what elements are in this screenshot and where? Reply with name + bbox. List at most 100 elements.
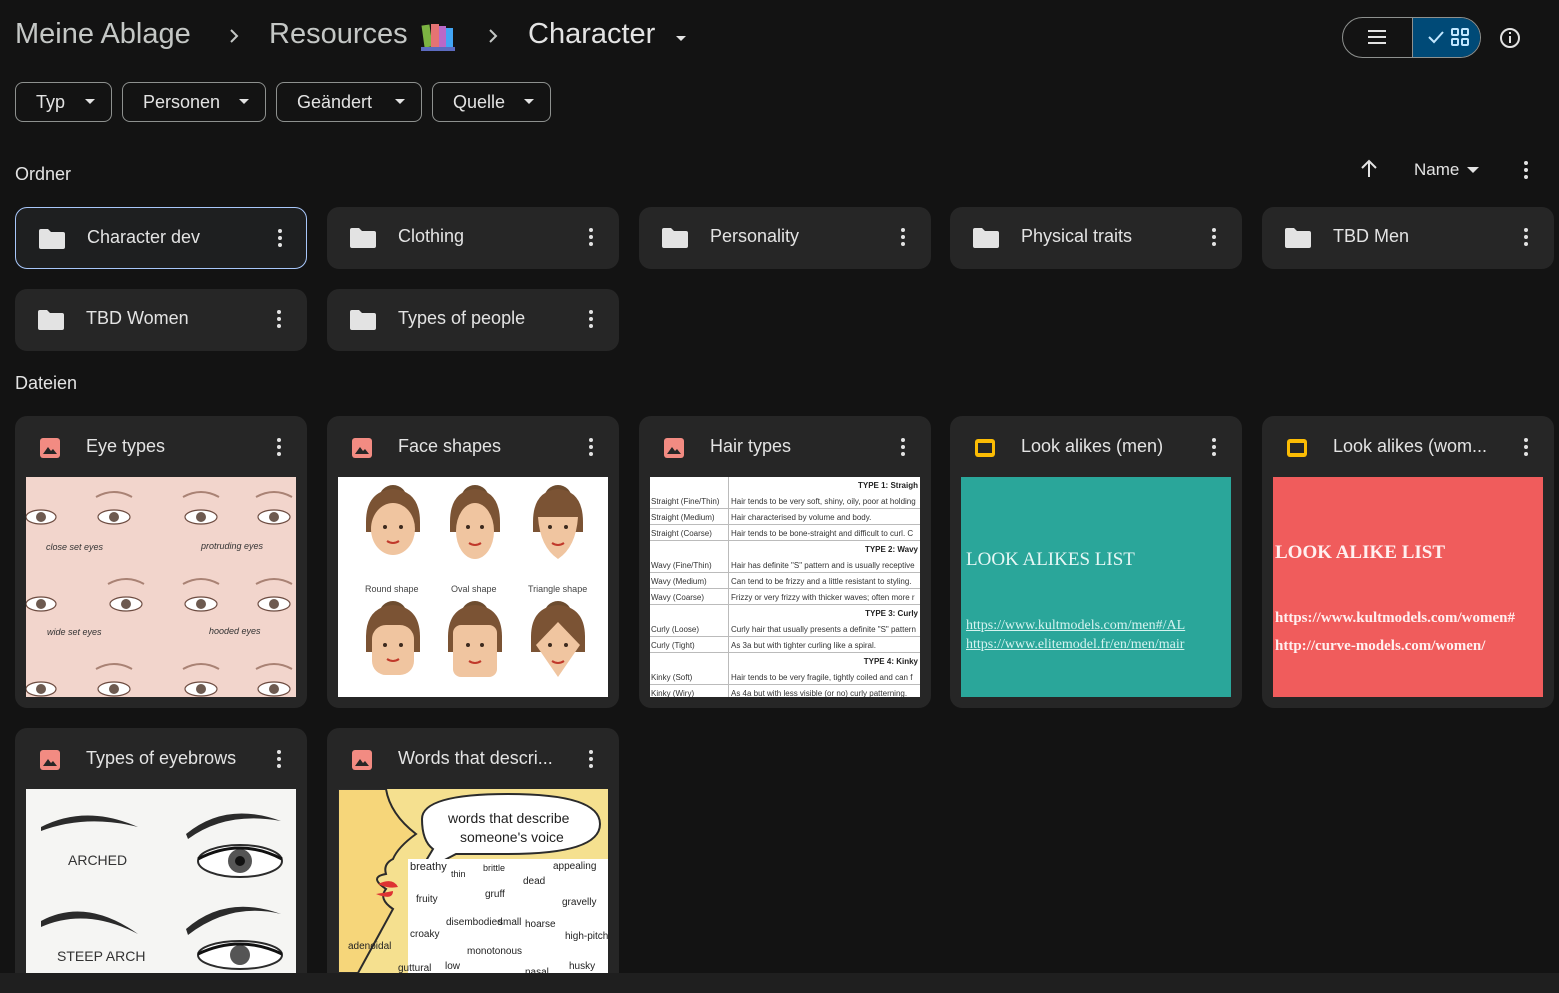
file-card-hair-types[interactable]: Hair types TYPE 1: Straigh Straight (Fin…: [639, 416, 931, 708]
thumb-label: Triangle shape: [528, 584, 588, 594]
breadcrumb-parent[interactable]: Resources: [269, 18, 408, 51]
voice-word: brittle: [483, 863, 506, 873]
voice-word: dead: [523, 876, 546, 887]
filter-chip-label: Geändert: [297, 91, 373, 112]
file-thumbnail: LOOK ALIKE LIST https://www.kultmodels.c…: [1273, 477, 1543, 697]
image-file-icon: [40, 438, 60, 458]
more-vert-icon[interactable]: [1202, 435, 1226, 459]
voice-word: croaky: [410, 929, 440, 940]
list-icon: [1368, 30, 1386, 44]
more-vert-icon[interactable]: [579, 307, 603, 331]
chevron-right-icon: [489, 29, 498, 43]
file-card-eye-types[interactable]: Eye types close set eyes protruding eyes…: [15, 416, 307, 708]
more-vert-icon[interactable]: [1202, 225, 1226, 249]
slide-title: LOOK ALIKES LIST: [966, 549, 1135, 570]
file-name: Look alikes (men): [1021, 436, 1164, 456]
folder-tile[interactable]: Clothing: [327, 207, 619, 269]
image-file-icon: [352, 750, 372, 770]
folder-tile[interactable]: TBD Men: [1262, 207, 1554, 269]
more-vert-icon[interactable]: [1514, 158, 1538, 182]
thumb-label: protruding eyes: [201, 541, 264, 551]
file-card-words-that-describe[interactable]: Words that descri... words that describe…: [327, 728, 619, 993]
folder-name: Character dev: [87, 227, 201, 247]
more-vert-icon[interactable]: [579, 225, 603, 249]
check-icon: [1428, 31, 1444, 44]
file-thumbnail: close set eyes protruding eyes wide set …: [26, 477, 296, 697]
voice-word: breathy: [410, 861, 447, 873]
books-icon: [421, 24, 455, 51]
caret-down-icon[interactable]: [1467, 167, 1479, 174]
sort-field-button[interactable]: Name: [1414, 160, 1459, 180]
list-view-button[interactable]: [1343, 18, 1412, 57]
hair-row: Wavy (Coarse) Frizzy or very frizzy with …: [650, 589, 920, 605]
hair-row: Curly (Loose) Curly hair that usually pre…: [650, 621, 920, 637]
file-name: Hair types: [710, 436, 792, 456]
voice-word: monotonous: [467, 946, 523, 957]
folders-section-label: Ordner: [15, 164, 72, 184]
more-vert-icon[interactable]: [579, 435, 603, 459]
caret-down-icon: [395, 99, 405, 104]
file-card-face-shapes[interactable]: Face shapes Round shape Oval shape Trian…: [327, 416, 619, 708]
hair-row: Wavy (Fine/Thin) Hair has definite "S" pa…: [650, 557, 920, 573]
voice-word: fruity: [416, 894, 438, 905]
hair-type-heading: TYPE 1: Straigh: [857, 481, 918, 490]
file-card-look-alikes-men[interactable]: Look alikes (men) LOOK ALIKES LIST https…: [950, 416, 1242, 708]
slides-file-icon: [1287, 439, 1307, 457]
more-vert-icon[interactable]: [891, 435, 915, 459]
folder-tile[interactable]: Personality: [639, 207, 931, 269]
caret-down-icon[interactable]: [673, 34, 689, 44]
file-card-look-alikes-women[interactable]: Look alikes (wom... LOOK ALIKE LIST http…: [1262, 416, 1554, 708]
files-section-label: Dateien: [15, 373, 78, 393]
more-vert-icon[interactable]: [579, 747, 603, 771]
folder-name: Clothing: [398, 226, 465, 246]
file-thumbnail: words that describe someone's voice brea…: [338, 789, 608, 973]
folder-name: Personality: [710, 226, 800, 246]
file-name: Words that descri...: [398, 748, 553, 768]
filter-chip-people[interactable]: Personen: [122, 82, 266, 122]
more-vert-icon[interactable]: [267, 435, 291, 459]
info-icon[interactable]: [1492, 20, 1528, 56]
breadcrumb-root[interactable]: Meine Ablage: [15, 18, 191, 51]
more-vert-icon[interactable]: [268, 226, 292, 250]
bottom-bar: [0, 973, 1559, 993]
sort-arrow-up-icon[interactable]: [1358, 158, 1380, 180]
thumb-label: wide set eyes: [47, 627, 102, 637]
filter-chip-modified[interactable]: Geändert: [276, 82, 422, 122]
folder-icon: [39, 229, 65, 249]
table-divider: [728, 477, 729, 697]
folder-icon: [973, 228, 999, 248]
view-toggle: [1342, 17, 1481, 58]
voice-word: guttural: [398, 963, 432, 973]
voice-word: disembodied: [446, 917, 503, 928]
slide-link: http://curve-models.com/women/: [1275, 638, 1486, 654]
thumb-label: hooded eyes: [209, 626, 261, 636]
folder-tile[interactable]: TBD Women: [15, 289, 307, 351]
chevron-right-icon: [230, 29, 239, 43]
hair-row: Curly (Tight) As 3a but with tighter curl…: [650, 637, 920, 653]
folder-icon: [1285, 228, 1311, 248]
voice-word: gruff: [485, 889, 505, 900]
voice-word: adenoidal: [348, 941, 392, 952]
filter-chip-source[interactable]: Quelle: [432, 82, 551, 122]
image-file-icon: [40, 750, 60, 770]
folder-tile[interactable]: Types of people: [327, 289, 619, 351]
file-name: Types of eyebrows: [86, 748, 237, 768]
eyebrows-illustration: [41, 813, 283, 970]
file-thumbnail: Round shape Oval shape Triangle shape: [338, 477, 608, 697]
filter-chip-label: Quelle: [453, 91, 506, 112]
more-vert-icon[interactable]: [267, 747, 291, 771]
breadcrumb-current[interactable]: Character: [528, 18, 655, 51]
more-vert-icon[interactable]: [267, 307, 291, 331]
hair-row: Kinky (Soft) Hair tends to be very fragil…: [650, 669, 920, 685]
hair-type-heading: TYPE 3: Curly: [865, 609, 918, 618]
grid-view-button[interactable]: [1412, 18, 1480, 57]
folder-tile[interactable]: Character dev: [15, 207, 307, 269]
folder-tile[interactable]: Physical traits: [950, 207, 1242, 269]
filter-chip-type[interactable]: Typ: [15, 82, 112, 122]
more-vert-icon[interactable]: [1514, 435, 1538, 459]
file-card-types-of-eyebrows[interactable]: Types of eyebrows ARCHED STEEP ARCH: [15, 728, 307, 993]
more-vert-icon[interactable]: [891, 225, 915, 249]
more-vert-icon[interactable]: [1514, 225, 1538, 249]
file-thumbnail: ARCHED STEEP ARCH: [26, 789, 296, 973]
caret-down-icon: [524, 99, 534, 104]
